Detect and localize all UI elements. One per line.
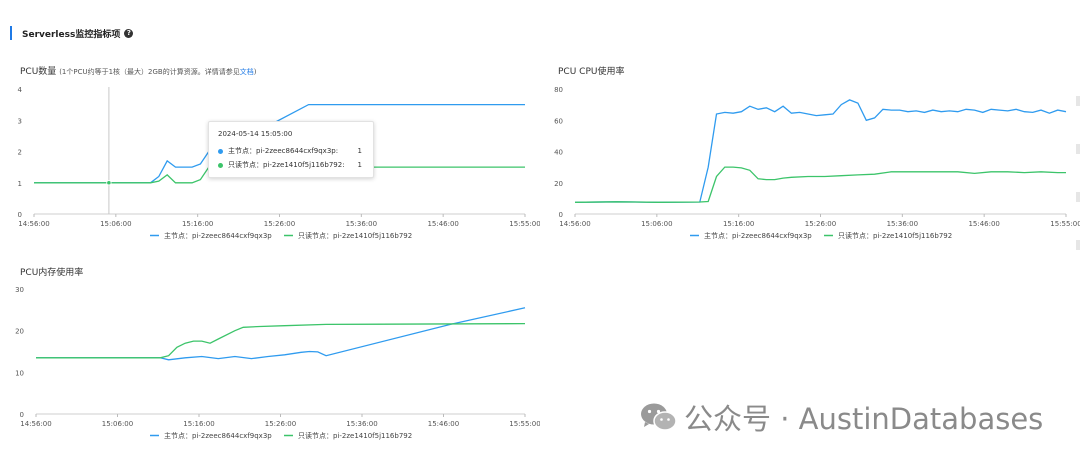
legend-label: 只读节点：pi-2ze1410f5j116b792 [838,231,952,240]
y-tick-label: 0 [20,411,24,419]
series-line-readonly [574,166,1066,203]
watermark: 公众号 · AustinDatabases [640,396,1043,438]
legend-label: 只读节点：pi-2ze1410f5j116b792 [298,231,412,240]
series-line-primary [574,99,1067,203]
x-tick-label: 15:26:00 [805,220,836,228]
x-tick-label: 15:26:00 [265,420,296,428]
series-line-primary [36,307,526,361]
chart-title-memory: PCU内存使用率 [20,265,83,278]
page-edge-marks [1076,96,1080,288]
wechat-icon [641,403,677,431]
legend-dot-icon [218,162,223,168]
y-tick-label: 1 [18,180,22,188]
y-tick-label: 3 [18,117,22,125]
tooltip-time: 2024-05-14 15:05:00 [218,130,293,138]
y-tick-label: 2 [18,149,22,157]
chart-tooltip: 2024-05-14 15:05:00 主节点：pi-2zeec8644cxf9… [208,121,374,178]
legend-label: 主节点：pi-2zeec8644cxf9qx3p [164,231,272,240]
x-tick-label: 15:36:00 [346,420,377,428]
help-icon[interactable]: ? [124,28,134,38]
docs-link[interactable]: 文档 [240,68,254,76]
x-tick-label: 15:46:00 [968,220,999,228]
chart-title-text: PCU内存使用率 [20,268,84,278]
y-tick-label: 20 [554,180,563,188]
y-tick-label: 20 [15,328,24,336]
x-tick-label: 14:56:00 [559,220,590,228]
x-tick-label: 15:06:00 [100,220,131,228]
legend-dot-icon [218,148,223,154]
tooltip-value: 1 [357,147,362,155]
watermark-text: 公众号 · AustinDatabases [684,402,1044,436]
x-tick-label: 15:16:00 [182,220,213,228]
chart-note-end: ) [253,68,257,76]
hover-point [106,180,112,186]
series-line-readonly [36,322,526,359]
section-header: Serverless监控指标项 ? [10,26,134,40]
x-tick-label: 15:06:00 [641,220,672,228]
chart-title-text: PCU数量 [20,67,57,77]
legend-label: 只读节点：pi-2ze1410f5j116b792 [298,431,412,440]
cpu-usage-chart[interactable]: 0 20 40 60 80 14:56:00 15:06:00 15:16:00 15:26:0… [540,80,1080,250]
y-tick-label: 0 [559,211,563,219]
tooltip-row: 主节点：pi-2zeec8644cxf9qx3p: 1 [218,146,368,156]
y-tick-label: 40 [554,149,563,157]
chart-note: (1个PCU约等于1核（最大）2GB的计算资源。详情请参见 [59,68,240,76]
chart-title-cpu: PCU CPU使用率 [558,64,624,77]
x-tick-label: 15:16:00 [183,420,214,428]
x-tick-label: 15:46:00 [428,420,459,428]
chart-title-pcu-count: PCU数量 (1个PCU约等于1核（最大）2GB的计算资源。详情请参见文档) [20,64,256,77]
tooltip-value: 1 [357,161,362,169]
y-tick-label: 60 [554,117,563,125]
y-tick-label: 0 [18,211,22,219]
y-tick-label: 10 [15,369,24,377]
tooltip-label: 只读节点：pi-2ze1410f5j116b792: [228,161,345,169]
x-tick-label: 15:16:00 [723,220,754,228]
legend-label: 主节点：pi-2zeec8644cxf9qx3p [164,431,272,440]
x-tick-label: 15:46:00 [427,220,458,228]
x-tick-label: 15:36:00 [887,220,918,228]
x-tick-label: 15:26:00 [264,220,295,228]
y-tick-label: 4 [18,86,23,94]
y-tick-label: 80 [554,86,563,94]
x-tick-label: 15:36:00 [346,220,377,228]
legend-label: 主节点：pi-2zeec8644cxf9qx3p [704,231,812,240]
section-title: Serverless监控指标项 [22,29,121,40]
tooltip-row: 只读节点：pi-2ze1410f5j116b792: 1 [218,160,368,170]
x-tick-label: 15:06:00 [102,420,133,428]
x-tick-label: 14:56:00 [18,220,49,228]
chart-title-text: PCU CPU使用率 [558,67,625,77]
x-tick-label: 14:56:00 [20,420,51,428]
y-tick-label: 30 [15,286,24,294]
tooltip-label: 主节点：pi-2zeec8644cxf9qx3p: [228,147,339,155]
section-accent-bar [10,26,12,40]
x-tick-label: 15:55:00 [509,420,540,428]
memory-usage-chart[interactable]: 0 10 20 30 14:56:00 15:06:00 15:16:00 15:26:00 1… [0,280,540,450]
x-tick-label: 15:55:00 [509,220,540,228]
